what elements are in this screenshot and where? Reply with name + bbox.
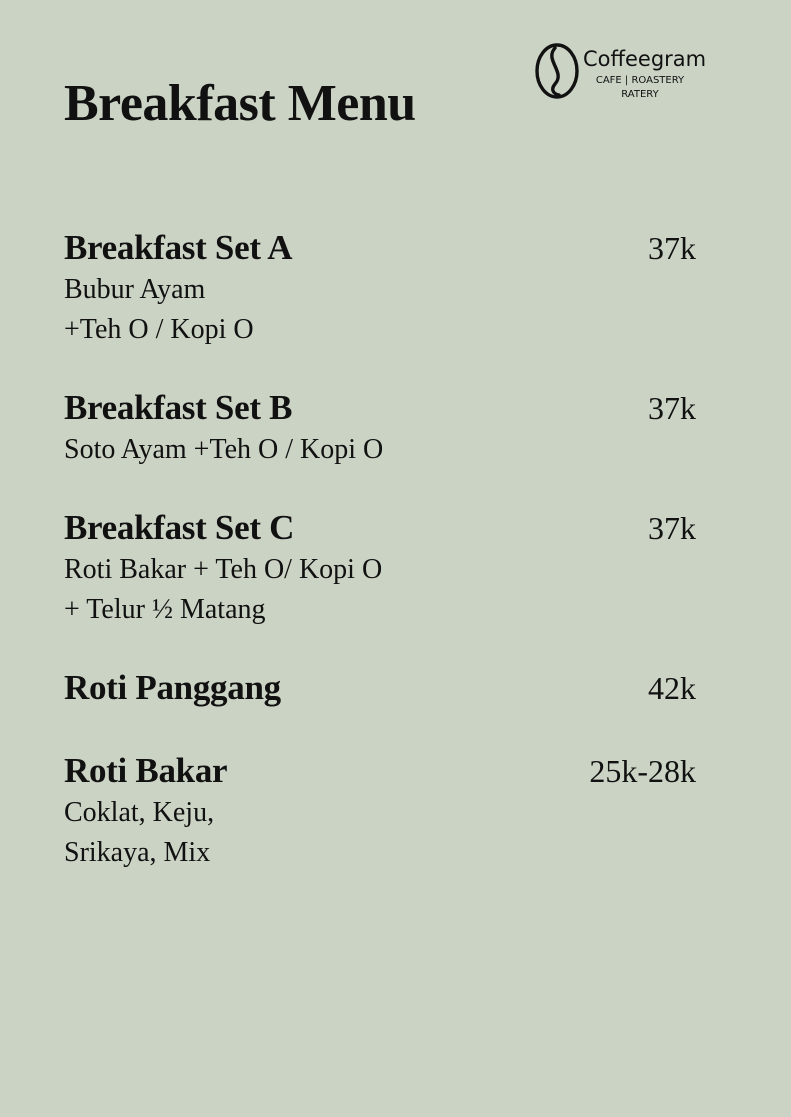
- item-name: Roti Panggang: [64, 668, 281, 707]
- item-price: 42k: [648, 670, 696, 706]
- item-name: Breakfast Set C: [64, 508, 295, 547]
- brand-logo: Coffeegram CAFE | ROASTERY RATERY: [534, 42, 724, 106]
- item-description-line: Bubur Ayam: [64, 274, 206, 305]
- item-name: Breakfast Set A: [64, 228, 293, 267]
- item-description: Bubur Ayam +Teh O / Kopi O: [64, 270, 696, 350]
- item-name: Breakfast Set B: [64, 388, 293, 427]
- coffee-bean-icon: [535, 43, 579, 99]
- menu-item-roti-bakar: Roti Bakar 25k-28k Coklat, Keju, Srikaya…: [64, 749, 696, 873]
- item-description-line: + Telur ½ Matang: [64, 594, 266, 625]
- menu-item-breakfast-set-c: Breakfast Set C 37k Roti Bakar + Teh O/ …: [64, 506, 696, 630]
- item-price: 25k-28k: [589, 753, 696, 789]
- brand-tagline: CAFE | ROASTERY RATERY: [580, 74, 700, 102]
- item-name: Roti Bakar: [64, 751, 228, 790]
- menu-item-roti-panggang: Roti Panggang 42k: [64, 666, 696, 710]
- menu-list: Breakfast Set A 37k Bubur Ayam +Teh O / …: [64, 226, 696, 873]
- page-title: Breakfast Menu: [64, 75, 416, 132]
- item-price: 37k: [648, 510, 696, 546]
- item-description-line: Roti Bakar + Teh O/ Kopi O: [64, 554, 383, 585]
- brand-tagline-line1: CAFE | ROASTERY: [595, 75, 685, 86]
- item-description: Coklat, Keju, Srikaya, Mix: [64, 793, 696, 873]
- brand-tagline-line2: RATERY: [621, 89, 659, 100]
- item-price: 37k: [648, 390, 696, 426]
- item-description: Roti Bakar + Teh O/ Kopi O + Telur ½ Mat…: [64, 550, 696, 630]
- item-description-line: Coklat, Keju,: [64, 797, 215, 828]
- item-description-line: +Teh O / Kopi O: [64, 314, 254, 345]
- item-description-line: Soto Ayam +Teh O / Kopi O: [64, 434, 384, 465]
- menu-item-breakfast-set-a: Breakfast Set A 37k Bubur Ayam +Teh O / …: [64, 226, 696, 350]
- item-price: 37k: [648, 230, 696, 266]
- item-description-line: Srikaya, Mix: [64, 837, 211, 868]
- item-description: Soto Ayam +Teh O / Kopi O: [64, 430, 696, 470]
- brand-name: Coffeegram: [583, 47, 707, 71]
- menu-item-breakfast-set-b: Breakfast Set B 37k Soto Ayam +Teh O / K…: [64, 386, 696, 470]
